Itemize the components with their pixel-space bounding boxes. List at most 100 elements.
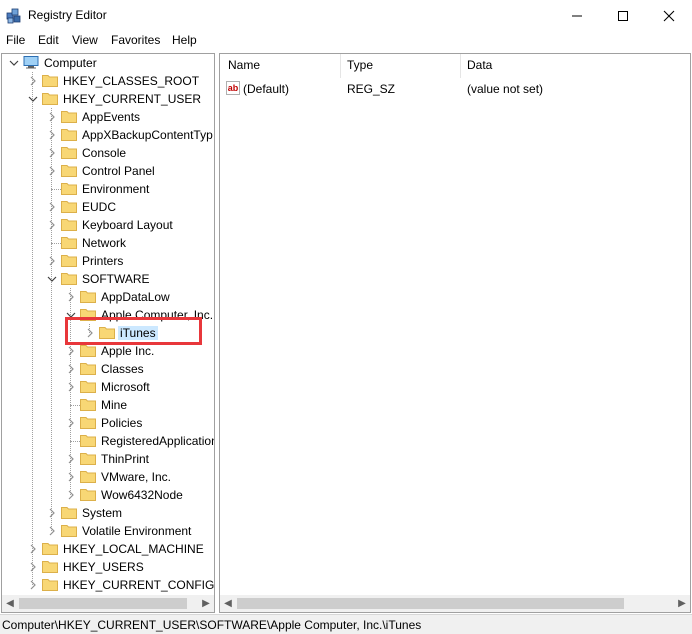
column-divider[interactable]: [460, 54, 461, 78]
list-horizontal-scrollbar[interactable]: ◀ ▶: [220, 595, 690, 612]
tree-item-wow6432node[interactable]: Wow6432Node: [2, 486, 214, 504]
tree-item-eudc[interactable]: EUDC: [2, 198, 214, 216]
tree-item-volatile-environment[interactable]: Volatile Environment: [2, 522, 214, 540]
tree-item-computer[interactable]: Computer: [2, 54, 214, 72]
chevron-right-icon[interactable]: [46, 111, 58, 123]
chevron-right-icon[interactable]: [65, 291, 77, 303]
chevron-right-icon[interactable]: [46, 255, 58, 267]
tree-item-label: Apple Inc.: [101, 344, 155, 358]
chevron-right-icon[interactable]: [65, 453, 77, 465]
tree-item-label: Classes: [101, 362, 144, 376]
scroll-right-icon[interactable]: ▶: [677, 598, 687, 609]
tree-item-policies[interactable]: Policies: [2, 414, 214, 432]
chevron-right-icon[interactable]: [65, 345, 77, 357]
tree-item-hkey-classes-root[interactable]: HKEY_CLASSES_ROOT: [2, 72, 214, 90]
chevron-down-icon[interactable]: [46, 273, 58, 285]
chevron-right-icon[interactable]: [46, 219, 58, 231]
tree-item-printers[interactable]: Printers: [2, 252, 214, 270]
folder-icon: [80, 489, 96, 501]
scroll-left-icon[interactable]: ◀: [5, 598, 15, 609]
tree-item-thinprint[interactable]: ThinPrint: [2, 450, 214, 468]
maximize-button[interactable]: [600, 0, 646, 31]
tree-item-appdatalow[interactable]: AppDataLow: [2, 288, 214, 306]
scroll-right-icon[interactable]: ▶: [201, 598, 211, 609]
tree-item-label: AppDataLow: [101, 290, 170, 304]
chevron-right-icon[interactable]: [46, 201, 58, 213]
chevron-right-icon[interactable]: [46, 147, 58, 159]
close-button[interactable]: [646, 0, 692, 31]
folder-icon: [61, 525, 77, 537]
minimize-button[interactable]: [554, 0, 600, 31]
chevron-right-icon[interactable]: [65, 489, 77, 501]
column-header-name[interactable]: Name: [228, 58, 260, 72]
tree-item-label: Keyboard Layout: [82, 218, 173, 232]
chevron-right-icon[interactable]: [46, 129, 58, 141]
chevron-right-icon[interactable]: [65, 363, 77, 375]
tree-item-mine[interactable]: Mine: [2, 396, 214, 414]
chevron-right-icon[interactable]: [46, 507, 58, 519]
chevron-right-icon[interactable]: [46, 165, 58, 177]
tree-horizontal-scrollbar[interactable]: ◀ ▶: [2, 595, 214, 612]
tree-item-hkey-users[interactable]: HKEY_USERS: [2, 558, 214, 576]
menu-file[interactable]: File: [6, 33, 25, 47]
menu-favorites[interactable]: Favorites: [111, 33, 160, 47]
scroll-left-icon[interactable]: ◀: [223, 598, 233, 609]
folder-icon: [61, 273, 77, 285]
folder-icon: [80, 453, 96, 465]
tree-item-microsoft[interactable]: Microsoft: [2, 378, 214, 396]
folder-icon: [80, 291, 96, 303]
title-bar: Registry Editor: [0, 0, 692, 31]
chevron-down-icon[interactable]: [27, 93, 39, 105]
folder-icon: [61, 201, 77, 213]
column-divider[interactable]: [340, 54, 341, 78]
chevron-right-icon[interactable]: [65, 417, 77, 429]
tree-item-environment[interactable]: Environment: [2, 180, 214, 198]
folder-icon: [42, 75, 58, 87]
menu-view[interactable]: View: [72, 33, 98, 47]
chevron-right-icon[interactable]: [46, 525, 58, 537]
menu-help[interactable]: Help: [172, 33, 197, 47]
chevron-right-icon[interactable]: [65, 471, 77, 483]
tree-item-registeredapplication[interactable]: RegisteredApplication: [2, 432, 214, 450]
folder-icon: [61, 111, 77, 123]
tree-item-appxbackupcontenttyp[interactable]: AppXBackupContentTyp: [2, 126, 214, 144]
highlight-annotation: [65, 317, 202, 345]
column-header-type[interactable]: Type: [347, 58, 373, 72]
tree-item-label: Control Panel: [82, 164, 155, 178]
scrollbar-thumb[interactable]: [19, 598, 187, 609]
chevron-down-icon[interactable]: [8, 57, 20, 69]
chevron-right-icon[interactable]: [27, 543, 39, 555]
tree-item-label: Policies: [101, 416, 143, 430]
chevron-right-icon[interactable]: [27, 579, 39, 591]
column-header-data[interactable]: Data: [467, 58, 492, 72]
tree-item-hkey-current-config[interactable]: HKEY_CURRENT_CONFIG: [2, 576, 214, 594]
tree-item-software[interactable]: SOFTWARE: [2, 270, 214, 288]
folder-icon: [61, 507, 77, 519]
tree-item-control-panel[interactable]: Control Panel: [2, 162, 214, 180]
tree-item-console[interactable]: Console: [2, 144, 214, 162]
scrollbar-thumb[interactable]: [237, 598, 624, 609]
folder-icon: [80, 345, 96, 357]
menu-edit[interactable]: Edit: [38, 33, 59, 47]
value-data: (value not set): [467, 82, 544, 96]
value-list[interactable]: Name Type Data ab (Default) REG_SZ (valu…: [219, 53, 691, 613]
tree-item-network[interactable]: Network: [2, 234, 214, 252]
folder-icon: [42, 579, 58, 591]
minimize-icon: [572, 15, 582, 16]
tree-item-appevents[interactable]: AppEvents: [2, 108, 214, 126]
tree-item-classes[interactable]: Classes: [2, 360, 214, 378]
folder-icon: [61, 237, 77, 249]
tree-item-keyboard-layout[interactable]: Keyboard Layout: [2, 216, 214, 234]
tree-item-system[interactable]: System: [2, 504, 214, 522]
tree-item-hkey-current-user[interactable]: HKEY_CURRENT_USER: [2, 90, 214, 108]
tree-item-label: System: [82, 506, 123, 520]
chevron-right-icon[interactable]: [27, 561, 39, 573]
chevron-right-icon[interactable]: [65, 381, 77, 393]
chevron-right-icon[interactable]: [27, 75, 39, 87]
tree-item-vmware-inc[interactable]: VMware, Inc.: [2, 468, 214, 486]
tree-item-hkey-local-machine[interactable]: HKEY_LOCAL_MACHINE: [2, 540, 214, 558]
list-item[interactable]: ab (Default) REG_SZ (value not set): [224, 80, 684, 98]
value-type: REG_SZ: [347, 82, 396, 96]
tree-item-label: Console: [82, 146, 127, 160]
tree-item-label: EUDC: [82, 200, 117, 214]
